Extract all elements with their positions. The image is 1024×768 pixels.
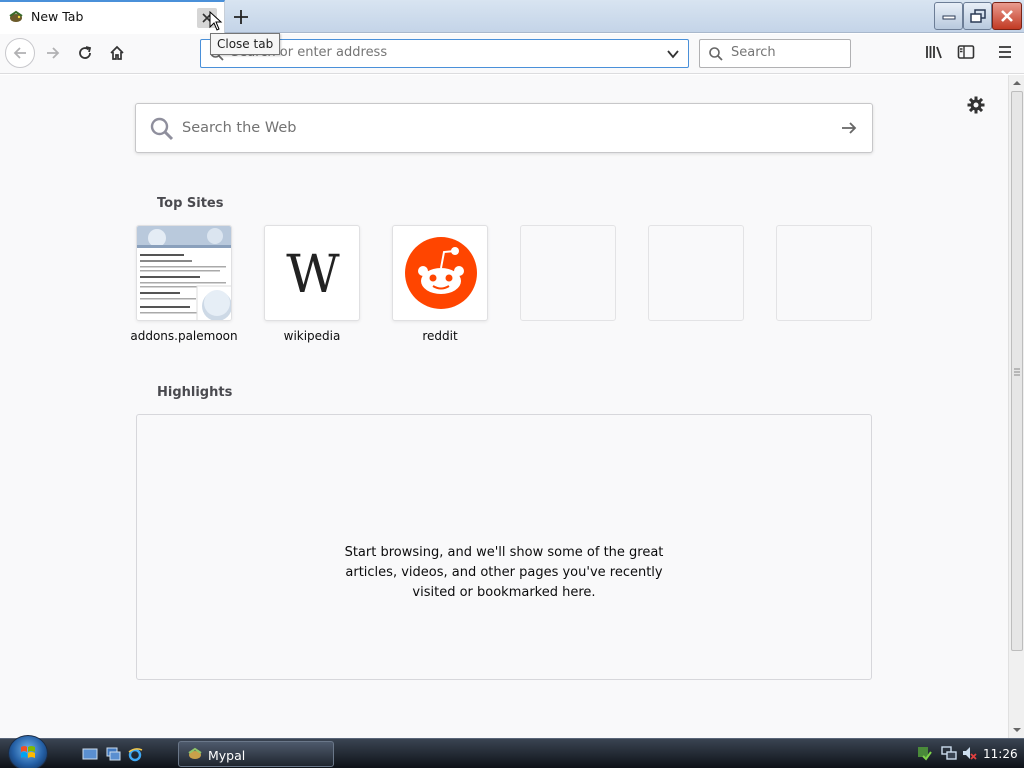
vertical-scrollbar[interactable] bbox=[1008, 75, 1024, 738]
top-site-label[interactable]: wikipedia bbox=[252, 329, 372, 343]
hamburger-menu-icon bbox=[999, 46, 1011, 58]
clock[interactable]: 11:26 bbox=[983, 747, 1018, 761]
network-icon[interactable] bbox=[941, 745, 957, 761]
top-sites-title: Top Sites bbox=[157, 196, 224, 211]
new-tab-page: Search the Web Top Sites addons.palemoon… bbox=[0, 75, 1008, 738]
start-button[interactable] bbox=[8, 735, 48, 768]
top-site-tile-empty bbox=[776, 225, 872, 321]
taskbar: Mypal 11:26 bbox=[0, 735, 1024, 768]
grip-icon bbox=[1014, 368, 1020, 376]
top-site-tile-reddit[interactable] bbox=[392, 225, 488, 321]
top-site-tile-empty bbox=[520, 225, 616, 321]
reddit-alien-icon bbox=[405, 237, 477, 309]
internet-explorer-icon[interactable] bbox=[127, 746, 143, 762]
navigation-toolbar bbox=[0, 34, 1024, 74]
search-icon bbox=[709, 47, 723, 61]
close-window-button[interactable] bbox=[992, 2, 1022, 30]
library-icon bbox=[926, 46, 942, 59]
sidebar-button[interactable] bbox=[956, 42, 976, 62]
tab-title: New Tab bbox=[31, 9, 84, 24]
taskbar-item-mypal[interactable]: Mypal bbox=[178, 741, 334, 767]
top-site-tile-wikipedia[interactable]: W bbox=[264, 225, 360, 321]
svg-text:W: W bbox=[286, 245, 340, 305]
wikipedia-w-icon: W bbox=[286, 245, 340, 305]
minimize-icon bbox=[942, 15, 955, 20]
volume-muted-icon[interactable] bbox=[961, 745, 977, 761]
addons-palemoon-thumbnail-icon bbox=[137, 226, 231, 320]
back-arrow-icon bbox=[13, 47, 26, 59]
restore-button[interactable] bbox=[963, 2, 992, 30]
menu-button[interactable] bbox=[995, 42, 1015, 62]
chevron-down-icon[interactable] bbox=[666, 47, 680, 61]
tab-new-tab[interactable]: New Tab bbox=[0, 0, 225, 33]
scrollbar-thumb[interactable] bbox=[1011, 91, 1023, 651]
close-window-icon bbox=[1001, 10, 1013, 22]
arrow-right-icon[interactable] bbox=[840, 119, 858, 137]
reload-button[interactable] bbox=[70, 38, 100, 68]
gear-icon[interactable] bbox=[966, 95, 986, 115]
highlights-panel: Start browsing, and we'll show some of t… bbox=[136, 414, 872, 680]
restore-icon bbox=[969, 9, 986, 23]
top-site-label[interactable]: addons.palemoon bbox=[124, 329, 244, 343]
windows-logo-icon bbox=[21, 746, 35, 758]
scroll-down-arrow-icon[interactable] bbox=[1009, 723, 1024, 737]
security-shield-icon[interactable] bbox=[916, 745, 932, 761]
search-input[interactable] bbox=[731, 45, 841, 60]
top-site-tile-addons-palemoon[interactable] bbox=[136, 225, 232, 321]
scroll-up-arrow-icon[interactable] bbox=[1009, 76, 1024, 90]
web-search-placeholder: Search the Web bbox=[182, 120, 297, 136]
library-button[interactable] bbox=[924, 42, 944, 62]
forward-button[interactable] bbox=[38, 38, 68, 68]
mouse-cursor-icon bbox=[209, 11, 223, 31]
back-button[interactable] bbox=[5, 38, 35, 68]
mypal-favicon-icon bbox=[188, 747, 202, 759]
search-bar[interactable] bbox=[699, 39, 851, 68]
switch-windows-icon[interactable] bbox=[105, 746, 121, 762]
forward-arrow-icon bbox=[47, 47, 60, 59]
reload-icon bbox=[79, 46, 92, 59]
mypal-favicon-icon bbox=[9, 10, 23, 22]
top-site-label[interactable]: reddit bbox=[380, 329, 500, 343]
tab-strip: New Tab bbox=[0, 0, 1024, 33]
search-icon bbox=[150, 117, 174, 141]
home-icon bbox=[110, 45, 124, 60]
plus-icon bbox=[234, 10, 248, 24]
close-tab-tooltip: Close tab bbox=[210, 33, 281, 55]
home-button[interactable] bbox=[102, 38, 132, 68]
show-desktop-icon[interactable] bbox=[82, 746, 98, 762]
highlights-empty-message: Start browsing, and we'll show some of t… bbox=[344, 545, 664, 600]
url-input[interactable] bbox=[231, 45, 651, 60]
taskbar-item-label: Mypal bbox=[208, 748, 246, 763]
new-tab-button[interactable] bbox=[230, 6, 252, 28]
web-search-box[interactable]: Search the Web bbox=[135, 103, 873, 153]
top-site-tile-empty bbox=[648, 225, 744, 321]
minimize-button[interactable] bbox=[934, 2, 963, 30]
highlights-title: Highlights bbox=[157, 385, 233, 400]
sidebar-icon bbox=[957, 45, 975, 59]
